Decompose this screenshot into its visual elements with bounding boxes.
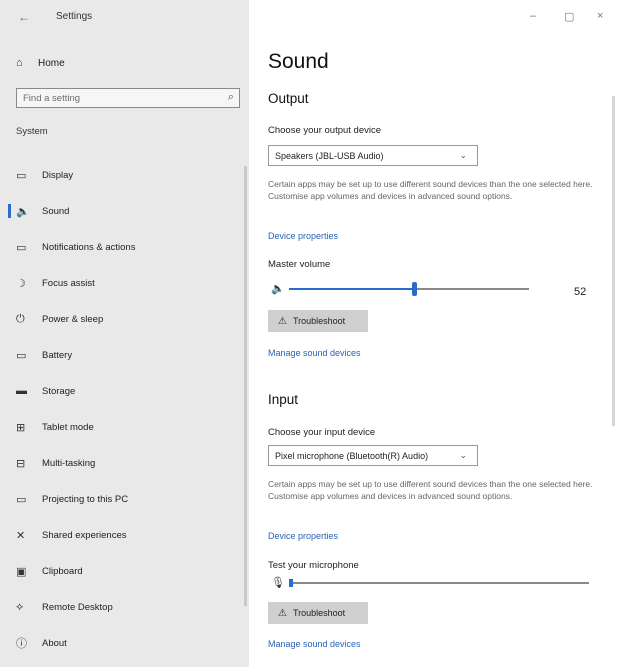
test-microphone-label: Test your microphone [268,560,359,571]
battery-icon: ▭ [16,349,27,362]
input-description: Certain apps may be set up to use differ… [268,479,593,501]
input-heading: Input [268,392,299,407]
sidebar-item-power-sleep[interactable]: ⏻ Power & sleep [0,310,249,328]
sidebar-item-label: About [42,637,67,649]
search-placeholder: Find a setting [23,93,81,104]
search-icon[interactable]: ⌕ [228,91,234,104]
volume-slider-thumb[interactable] [411,282,417,296]
sidebar-item-multi-tasking[interactable]: ⊟ Multi-tasking [0,454,249,472]
sidebar-item-label: Remote Desktop [42,601,113,613]
projecting-icon: ▭ [16,493,27,506]
input-device-dropdown[interactable]: Pixel microphone (Bluetooth(R) Audio) ⌄ [268,445,478,466]
search-input[interactable]: Find a setting ⌕ [16,88,240,108]
sidebar-item-label: Storage [42,385,76,397]
input-device-label: Choose your input device [268,427,376,438]
output-manage-devices-link[interactable]: Manage sound devices [268,348,361,358]
sidebar-item-remote-desktop[interactable]: ⟡ Remote Desktop [0,598,249,616]
warning-icon: ⚠ [278,315,287,327]
minimize-button[interactable]: – [530,10,536,22]
display-icon: ▭ [16,169,27,182]
chevron-down-icon: ⌄ [459,450,467,460]
sidebar-item-label: Battery [42,349,73,361]
output-device-properties-link[interactable]: Device properties [268,231,338,241]
info-icon: ⓘ [16,638,27,650]
sidebar-item-focus-assist[interactable]: ☽ Focus assist [0,274,249,292]
sidebar-item-home[interactable]: ⌂ Home [16,56,65,70]
sidebar-item-label: Shared experiences [42,529,127,541]
sidebar-item-about[interactable]: ⓘ About [0,634,249,652]
troubleshoot-label: Troubleshoot [292,608,346,618]
sidebar-item-label: Power & sleep [42,313,104,325]
moon-icon: ☽ [16,277,26,290]
microphone-icon: 🎙 [271,577,285,589]
sidebar-item-label: Display [42,169,74,181]
tablet-icon: ⊞ [16,421,26,434]
sidebar-item-label: Sound [42,205,70,217]
sidebar-item-label: Multi-tasking [42,457,96,469]
master-volume-label: Master volume [268,259,331,270]
sidebar-item-sound[interactable]: 🔈 Sound [0,202,249,220]
sidebar-item-projecting-to-this-pc[interactable]: ▭ Projecting to this PC [0,490,249,508]
sidebar-item-display[interactable]: ▭ Display [0,166,249,184]
microphone-level-indicator [289,579,293,587]
shared-experiences-icon: ✕ [16,529,26,542]
chevron-down-icon: ⌄ [459,150,467,160]
storage-icon: ▬ [16,385,27,397]
back-arrow-icon[interactable]: ← [18,10,30,24]
notifications-icon: ▭ [16,241,27,254]
sidebar-item-label: Notifications & actions [42,241,136,253]
multitasking-icon: ⊟ [16,457,26,470]
troubleshoot-label: Troubleshoot [292,316,346,326]
output-device-value: Speakers (JBL-USB Audio) [275,151,384,161]
output-device-dropdown[interactable]: Speakers (JBL-USB Audio) ⌄ [268,145,478,166]
home-icon: ⌂ [16,57,23,69]
input-device-value: Pixel microphone (Bluetooth(R) Audio) [275,451,429,461]
master-volume-slider[interactable] [289,282,529,296]
output-troubleshoot-button[interactable]: ⚠ Troubleshoot [268,310,368,332]
maximize-button[interactable]: ▢ [564,10,574,23]
remote-desktop-icon: ⟡ [16,600,24,613]
sidebar-item-label: Home [38,57,65,69]
sidebar: ← Settings ⌂ Home Find a setting ⌕ Syste… [0,0,249,667]
volume-slider-fill [289,288,414,290]
sidebar-item-shared-experiences[interactable]: ✕ Shared experiences [0,526,249,544]
sidebar-item-label: Clipboard [42,565,83,577]
sidebar-item-battery[interactable]: ▭ Battery [0,346,249,364]
sidebar-item-clipboard[interactable]: ▣ Clipboard [0,562,249,580]
microphone-level-meter [289,579,589,587]
sidebar-item-label: Focus assist [42,277,95,289]
sidebar-item-label: Projecting to this PC [42,493,129,505]
section-label: System [16,126,48,137]
master-volume-value: 52 [574,286,587,298]
sidebar-item-notifications-actions[interactable]: ▭ Notifications & actions [0,238,249,256]
close-button[interactable]: × [597,10,603,22]
sidebar-item-label: Tablet mode [42,421,94,433]
output-heading: Output [268,91,309,106]
output-description: Certain apps may be set up to use differ… [268,179,593,201]
content-scrollbar[interactable] [612,96,615,426]
window-title: Settings [56,11,93,22]
clipboard-icon: ▣ [16,565,27,578]
sidebar-scrollbar[interactable] [244,166,247,606]
input-troubleshoot-button[interactable]: ⚠ Troubleshoot [268,602,368,624]
input-device-properties-link[interactable]: Device properties [268,531,338,541]
sidebar-item-tablet-mode[interactable]: ⊞ Tablet mode [0,418,249,436]
input-manage-devices-link[interactable]: Manage sound devices [268,639,361,649]
sidebar-item-storage[interactable]: ▬ Storage [0,382,249,400]
speaker-icon[interactable]: 🔈 [271,282,285,295]
warning-icon: ⚠ [278,607,287,619]
speaker-icon: 🔈 [16,205,30,218]
output-device-label: Choose your output device [268,125,382,136]
page-title: Sound [268,50,329,73]
power-icon: ⏻ [16,312,25,325]
